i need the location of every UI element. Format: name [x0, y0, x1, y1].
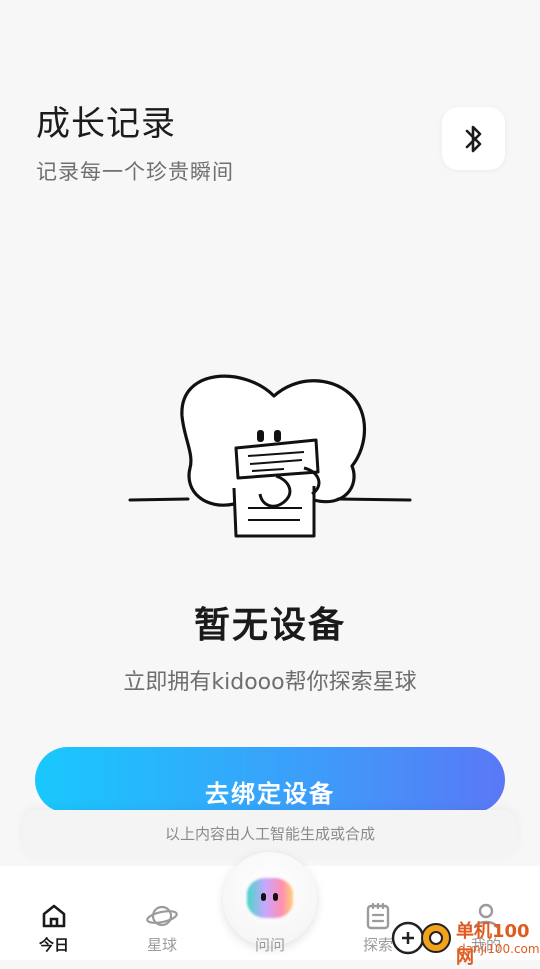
page-subtitle: 记录每一个珍贵瞬间: [36, 160, 234, 184]
empty-state-title: 暂无设备: [193, 605, 346, 646]
ai-assistant-button[interactable]: [223, 852, 317, 946]
bluetooth-icon: [465, 125, 481, 152]
tab-label: 今日: [38, 936, 69, 954]
bind-device-button[interactable]: 去绑定设备: [35, 747, 505, 813]
tab-ask-label: 问问: [254, 936, 285, 954]
home-icon: [42, 904, 66, 928]
fab-eye-right: [273, 893, 278, 901]
bluetooth-button[interactable]: [442, 107, 505, 170]
tab-planet[interactable]: 星球: [108, 866, 216, 960]
ai-generated-notice: 以上内容由人工智能生成或合成: [23, 810, 517, 858]
notebook-icon: [366, 902, 390, 930]
fab-eye-left: [261, 893, 266, 901]
bind-device-label: 去绑定设备: [205, 780, 335, 808]
tab-today[interactable]: 今日: [0, 866, 108, 960]
tab-label: 星球: [146, 936, 177, 954]
ai-assistant-icon: [247, 878, 293, 918]
empty-illustration: [128, 374, 412, 538]
empty-state-description: 立即拥有kidooo帮你探索星球: [123, 670, 417, 695]
page-title: 成长记录: [36, 104, 176, 144]
watermark-url: danji100.com: [458, 942, 540, 956]
planet-icon: [146, 905, 178, 927]
